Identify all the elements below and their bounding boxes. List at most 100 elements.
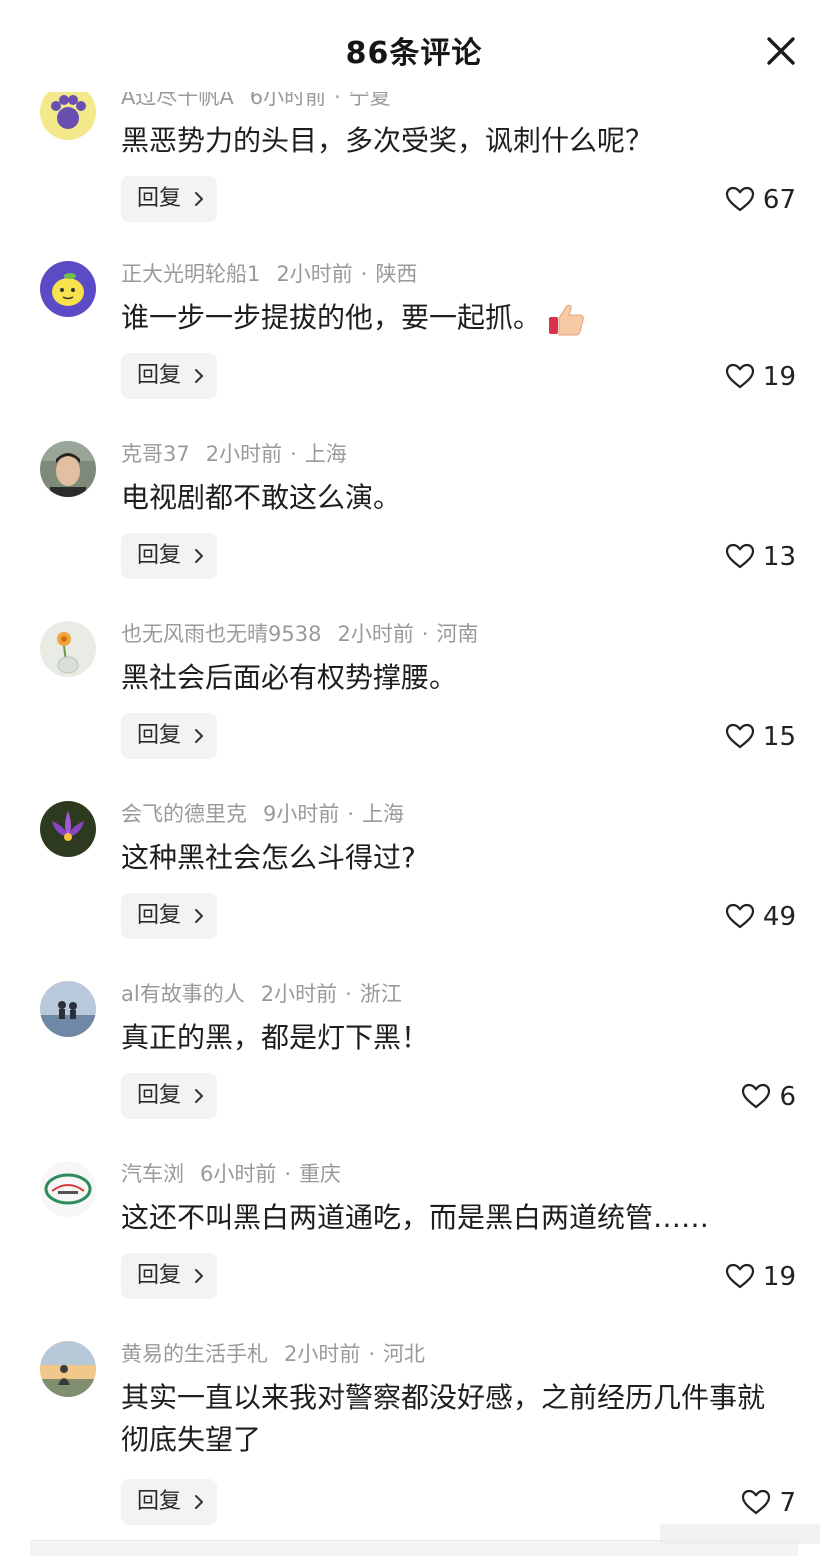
cat-paw-avatar[interactable] xyxy=(40,84,96,140)
comment-item: 正大光明轮船1 2小时前 · 陕西 谁一步一步提拔的他，要一起抓。 回复 19 xyxy=(0,261,828,441)
comment-item: al有故事的人 2小时前 · 浙江 真正的黑，都是灯下黑！ 回复 6 xyxy=(0,981,828,1161)
reply-label: 回复 xyxy=(137,1083,182,1108)
heart-icon xyxy=(725,723,755,748)
comments-header: 86条评论 xyxy=(0,0,828,92)
comment-location: 浙江 xyxy=(359,982,402,1006)
like-button[interactable]: 15 xyxy=(725,721,796,753)
like-button[interactable]: 49 xyxy=(725,901,796,933)
comment-meta: 正大光明轮船1 2小时前 · 陕西 xyxy=(121,262,418,286)
like-count: 15 xyxy=(762,722,796,752)
comment-item: 黄易的生活手札 2小时前 · 河北 其实一直以来我对警察都没好感，之前经历几件事就彻底… xyxy=(0,1341,828,1541)
comment-item: 会飞的德里克 9小时前 · 上海 这种黑社会怎么斗得过? 回复 49 xyxy=(0,801,828,981)
comment-time: 9小时前 xyxy=(263,802,340,826)
reply-button[interactable]: 回复 xyxy=(121,533,217,579)
sunset-person-avatar[interactable] xyxy=(40,1341,96,1397)
reply-button[interactable]: 回复 xyxy=(121,353,217,399)
comment-username[interactable]: al有故事的人 xyxy=(121,982,245,1006)
reply-button[interactable]: 回复 xyxy=(121,1479,217,1525)
car-logo-avatar[interactable] xyxy=(40,1161,96,1217)
comment-username[interactable]: 黄易的生活手札 xyxy=(121,1342,268,1366)
chevron-right-icon xyxy=(195,1495,203,1509)
chevron-right-icon xyxy=(195,729,203,743)
like-count: 67 xyxy=(762,185,796,215)
heart-icon xyxy=(725,186,755,211)
comment-text: 电视剧都不敢这么演。 xyxy=(121,481,402,514)
close-icon[interactable] xyxy=(764,34,798,68)
lotus-avatar[interactable] xyxy=(40,801,96,857)
chevron-right-icon xyxy=(195,909,203,923)
like-button[interactable]: 67 xyxy=(725,184,796,216)
lemon-avatar[interactable] xyxy=(40,261,96,317)
reply-label: 回复 xyxy=(137,543,182,568)
like-count: 13 xyxy=(762,542,796,572)
comment-location: 上海 xyxy=(304,442,347,466)
comment-text: 谁一步一步提拔的他，要一起抓。 xyxy=(121,297,801,339)
comment-time: 6小时前 xyxy=(200,1162,277,1186)
reply-label: 回复 xyxy=(137,903,182,928)
heart-icon xyxy=(725,1263,755,1288)
comment-meta: 汽车浏 6小时前 · 重庆 xyxy=(121,1162,342,1186)
chevron-right-icon xyxy=(195,192,203,206)
comment-username[interactable]: 会飞的德里克 xyxy=(121,802,247,826)
comment-location: 陕西 xyxy=(375,262,418,286)
like-button[interactable]: 7 xyxy=(741,1487,796,1519)
comment-text: 真正的黑，都是灯下黑！ xyxy=(121,1021,430,1054)
reply-label: 回复 xyxy=(137,186,182,211)
comment-time: 2小时前 xyxy=(276,262,353,286)
like-count: 49 xyxy=(762,902,796,932)
page-title: 86条评论 xyxy=(345,36,483,71)
couple-silhouette-avatar[interactable] xyxy=(40,981,96,1037)
comment-text: 这种黑社会怎么斗得过? xyxy=(121,841,416,874)
like-button[interactable]: 13 xyxy=(725,541,796,573)
comment-meta: al有故事的人 2小时前 · 浙江 xyxy=(121,982,402,1006)
chevron-right-icon xyxy=(195,549,203,563)
comment-location: 河南 xyxy=(436,622,479,646)
like-count: 19 xyxy=(762,1262,796,1292)
like-button[interactable]: 19 xyxy=(725,1261,796,1293)
comment-time: 2小时前 xyxy=(260,982,338,1006)
heart-icon xyxy=(725,363,755,388)
comment-item: A过尽千帆A 6小时前 · 宁夏 黑恶势力的头目，多次受奖，讽刺什么呢？ 回复 67 xyxy=(0,84,828,264)
like-count: 7 xyxy=(779,1488,796,1518)
comment-time: 2小时前 xyxy=(337,622,414,646)
reply-label: 回复 xyxy=(137,723,182,748)
heart-icon xyxy=(742,1083,771,1108)
reply-label: 回复 xyxy=(137,1263,182,1288)
reply-label: 回复 xyxy=(137,1489,182,1514)
comment-time: 2小时前 xyxy=(284,1342,361,1366)
comment-meta: 会飞的德里克 9小时前 · 上海 xyxy=(121,802,405,826)
heart-icon xyxy=(725,543,755,568)
watermark xyxy=(660,1524,820,1544)
comment-item: 汽车浏 6小时前 · 重庆 这还不叫黑白两道通吃，而是黑白两道统管…… 回复 19 xyxy=(0,1161,828,1341)
comment-item: 克哥37 2小时前 · 上海 电视剧都不敢这么演。 回复 13 xyxy=(0,441,828,621)
comment-text-content: 谁一步一步提拔的他，要一起抓。 xyxy=(121,301,542,334)
comment-text: 其实一直以来我对警察都没好感，之前经历几件事就彻底失望了 xyxy=(121,1381,766,1456)
reply-button[interactable]: 回复 xyxy=(121,893,217,939)
comment-username[interactable]: 也无风雨也无晴9538 xyxy=(121,622,321,646)
comment-meta: 克哥37 2小时前 · 上海 xyxy=(121,442,347,466)
comment-username[interactable]: 正大光明轮船1 xyxy=(121,262,260,286)
comment-text: 这还不叫黑白两道通吃，而是黑白两道统管…… xyxy=(121,1201,710,1234)
chevron-right-icon xyxy=(195,1089,203,1103)
like-button[interactable]: 19 xyxy=(725,361,796,393)
man-photo-avatar[interactable] xyxy=(40,441,96,497)
thumbs-up-icon xyxy=(549,304,584,336)
comment-text: 黑社会后面必有权势撑腰。 xyxy=(121,661,458,694)
comment-item: 也无风雨也无晴9538 2小时前 · 河南 黑社会后面必有权势撑腰。 回复 15 xyxy=(0,621,828,801)
chevron-right-icon xyxy=(195,369,203,383)
like-count: 19 xyxy=(762,362,796,392)
reply-button[interactable]: 回复 xyxy=(121,713,217,759)
flower-vase-avatar[interactable] xyxy=(40,621,96,677)
comment-username[interactable]: 克哥37 xyxy=(121,442,190,466)
comment-meta: 也无风雨也无晴9538 2小时前 · 河南 xyxy=(121,622,479,646)
reply-button[interactable]: 回复 xyxy=(121,176,217,222)
reply-button[interactable]: 回复 xyxy=(121,1073,217,1119)
like-button[interactable]: 6 xyxy=(741,1081,796,1113)
comment-username[interactable]: 汽车浏 xyxy=(121,1162,184,1186)
comment-text: 黑恶势力的头目，多次受奖，讽刺什么呢？ xyxy=(121,124,654,157)
comment-time: 2小时前 xyxy=(205,442,283,466)
comment-location: 重庆 xyxy=(299,1162,342,1186)
comment-meta: 黄易的生活手札 2小时前 · 河北 xyxy=(121,1342,426,1366)
comment-location: 河北 xyxy=(383,1342,426,1366)
reply-button[interactable]: 回复 xyxy=(121,1253,217,1299)
